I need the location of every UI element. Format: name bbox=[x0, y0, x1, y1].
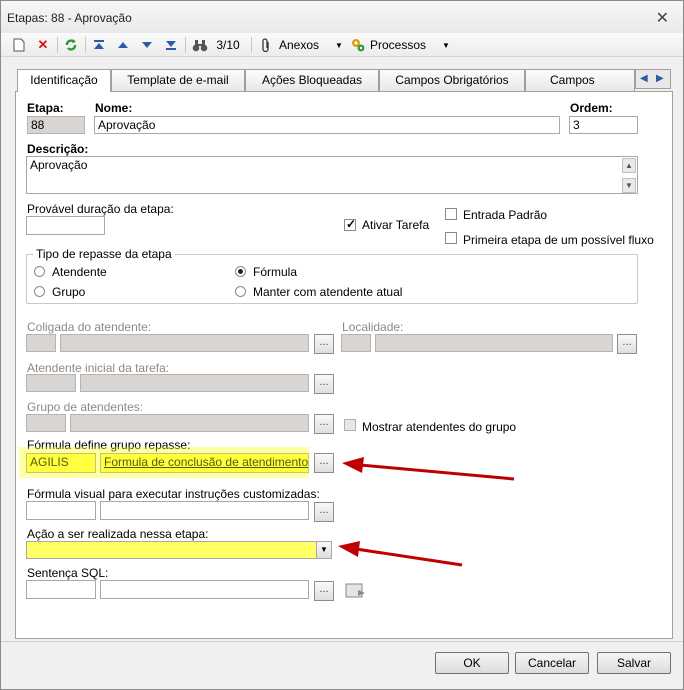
toolbar: ✕ 3/10 Anexos ▼ Processos ▼ bbox=[1, 33, 683, 57]
coligada-label: Coligada do atendente: bbox=[27, 320, 152, 334]
atendente-radio-label: Atendente bbox=[52, 265, 107, 279]
localidade-code-field bbox=[341, 334, 371, 352]
etapa-label: Etapa: bbox=[27, 101, 64, 115]
coligada-desc-field bbox=[60, 334, 309, 352]
tab-template-email[interactable]: Template de e-mail bbox=[111, 69, 245, 91]
grupo-radio[interactable] bbox=[34, 286, 45, 297]
formula-grupo-label: Fórmula define grupo repasse: bbox=[27, 438, 191, 452]
formula-grupo-code-field[interactable]: AGILIS bbox=[26, 453, 96, 473]
new-record-icon[interactable] bbox=[11, 36, 27, 54]
scroll-down-icon[interactable]: ▼ bbox=[622, 178, 636, 193]
entrada-padrao-checkbox[interactable] bbox=[445, 208, 457, 220]
duracao-label: Provável duração da etapa: bbox=[27, 202, 174, 216]
cancel-button[interactable]: Cancelar bbox=[515, 652, 589, 674]
mostrar-atendentes-checkbox[interactable] bbox=[344, 419, 356, 431]
grupo-atendentes-lookup-button[interactable]: ... bbox=[314, 414, 334, 434]
atendente-inicial-code-field bbox=[26, 374, 76, 392]
atendente-inicial-desc-field bbox=[80, 374, 309, 392]
atendente-radio[interactable] bbox=[34, 266, 45, 277]
formula-grupo-lookup-button[interactable]: ... bbox=[314, 453, 334, 473]
sentenca-label: Sentença SQL: bbox=[27, 566, 109, 580]
annotation-arrow-acao bbox=[338, 541, 463, 567]
record-counter: 3/10 bbox=[216, 38, 240, 52]
entrada-padrao-label: Entrada Padrão bbox=[463, 208, 548, 222]
nome-label: Nome: bbox=[95, 101, 133, 115]
first-record-icon[interactable] bbox=[91, 36, 107, 54]
processos-dropdown-icon[interactable]: ▼ bbox=[440, 36, 452, 54]
last-record-icon[interactable] bbox=[163, 36, 179, 54]
formula-visual-code-field[interactable] bbox=[26, 501, 96, 520]
dialog-window: Etapas: 88 - Aprovação ✕ ✕ 3/10 Anexos ▼… bbox=[0, 0, 684, 690]
save-button[interactable]: Salvar bbox=[597, 652, 671, 674]
formula-visual-lookup-button[interactable]: ... bbox=[314, 502, 334, 522]
tipo-repasse-title: Tipo de repasse da etapa bbox=[33, 247, 175, 261]
anexos-dropdown-icon[interactable]: ▼ bbox=[333, 36, 345, 54]
edit-sql-icon[interactable] bbox=[344, 581, 368, 601]
nome-field[interactable]: Aprovação bbox=[94, 116, 560, 134]
sentenca-lookup-button[interactable]: ... bbox=[314, 581, 334, 601]
descricao-field[interactable]: Aprovação bbox=[26, 156, 638, 194]
duracao-field[interactable] bbox=[26, 216, 105, 235]
processos-button[interactable]: Processos bbox=[370, 36, 430, 54]
tab-right-icon[interactable]: ▶ bbox=[656, 73, 664, 84]
grupo-atendentes-label: Grupo de atendentes: bbox=[27, 400, 144, 414]
manter-atendente-label: Manter com atendente atual bbox=[253, 285, 403, 299]
ok-button[interactable]: OK bbox=[435, 652, 509, 674]
gears-icon bbox=[349, 36, 367, 54]
sentenca-desc-field[interactable] bbox=[100, 580, 309, 599]
close-icon[interactable]: ✕ bbox=[656, 8, 669, 28]
formula-radio[interactable] bbox=[235, 266, 246, 277]
mostrar-atendentes-label: Mostrar atendentes do grupo bbox=[362, 420, 517, 434]
localidade-desc-field bbox=[375, 334, 613, 352]
tab-acoes-bloqueadas[interactable]: Ações Bloqueadas bbox=[245, 69, 379, 91]
localidade-lookup-button[interactable]: ... bbox=[617, 334, 637, 354]
footer-divider bbox=[1, 641, 683, 642]
tab-left-icon[interactable]: ◀ bbox=[640, 73, 648, 84]
previous-record-icon[interactable] bbox=[115, 36, 131, 54]
chevron-down-icon[interactable]: ▼ bbox=[316, 542, 331, 558]
coligada-code-field bbox=[26, 334, 56, 352]
paperclip-icon bbox=[257, 36, 275, 54]
grupo-atendentes-code-field bbox=[26, 414, 66, 432]
descricao-text: Aprovação bbox=[30, 158, 88, 172]
formula-grupo-desc-field[interactable]: Formula de conclusão de atendimento bbox=[100, 453, 309, 473]
formula-visual-desc-field[interactable] bbox=[100, 501, 309, 520]
sentenca-code-field[interactable] bbox=[26, 580, 96, 599]
delete-icon[interactable]: ✕ bbox=[35, 36, 51, 54]
ordem-label: Ordem: bbox=[570, 101, 613, 115]
ordem-field[interactable]: 3 bbox=[569, 116, 638, 134]
acao-label: Ação a ser realizada nessa etapa: bbox=[27, 527, 209, 541]
acao-select[interactable] bbox=[26, 541, 332, 559]
localidade-label: Localidade: bbox=[342, 320, 404, 334]
window-title: Etapas: 88 - Aprovação bbox=[7, 11, 132, 25]
descricao-label: Descrição: bbox=[27, 142, 89, 156]
formula-radio-label: Fórmula bbox=[253, 265, 298, 279]
annotation-arrow-formula bbox=[342, 457, 515, 481]
tab-campos-invisiveis[interactable]: Campos Invisíve bbox=[525, 69, 635, 91]
tab-campos-obrigatorios[interactable]: Campos Obrigatórios bbox=[379, 69, 525, 91]
manter-atendente-radio[interactable] bbox=[235, 286, 246, 297]
atendente-inicial-lookup-button[interactable]: ... bbox=[314, 374, 334, 394]
tab-scroll-nav: ◀ ▶ bbox=[635, 69, 671, 89]
formula-visual-label: Fórmula visual para executar instruções … bbox=[27, 487, 320, 501]
atendente-inicial-label: Atendente inicial da tarefa: bbox=[27, 361, 170, 375]
primeira-etapa-label: Primeira etapa de um possível fluxo bbox=[463, 233, 654, 247]
ativar-tarefa-checkbox[interactable]: ✓ bbox=[344, 217, 356, 231]
ativar-tarefa-label: Ativar Tarefa bbox=[362, 218, 430, 232]
anexos-button[interactable]: Anexos bbox=[279, 36, 323, 54]
etapa-field: 88 bbox=[27, 116, 85, 134]
title-bar: Etapas: 88 - Aprovação ✕ bbox=[1, 1, 683, 33]
primeira-etapa-checkbox[interactable] bbox=[445, 232, 457, 244]
refresh-icon[interactable] bbox=[63, 36, 79, 54]
next-record-icon[interactable] bbox=[139, 36, 155, 54]
binoculars-icon[interactable] bbox=[191, 36, 209, 54]
grupo-atendentes-desc-field bbox=[70, 414, 309, 432]
scroll-up-icon[interactable]: ▲ bbox=[622, 158, 636, 173]
coligada-lookup-button[interactable]: ... bbox=[314, 334, 334, 354]
tab-identificacao[interactable]: Identificação bbox=[17, 69, 111, 92]
grupo-radio-label: Grupo bbox=[52, 285, 86, 299]
